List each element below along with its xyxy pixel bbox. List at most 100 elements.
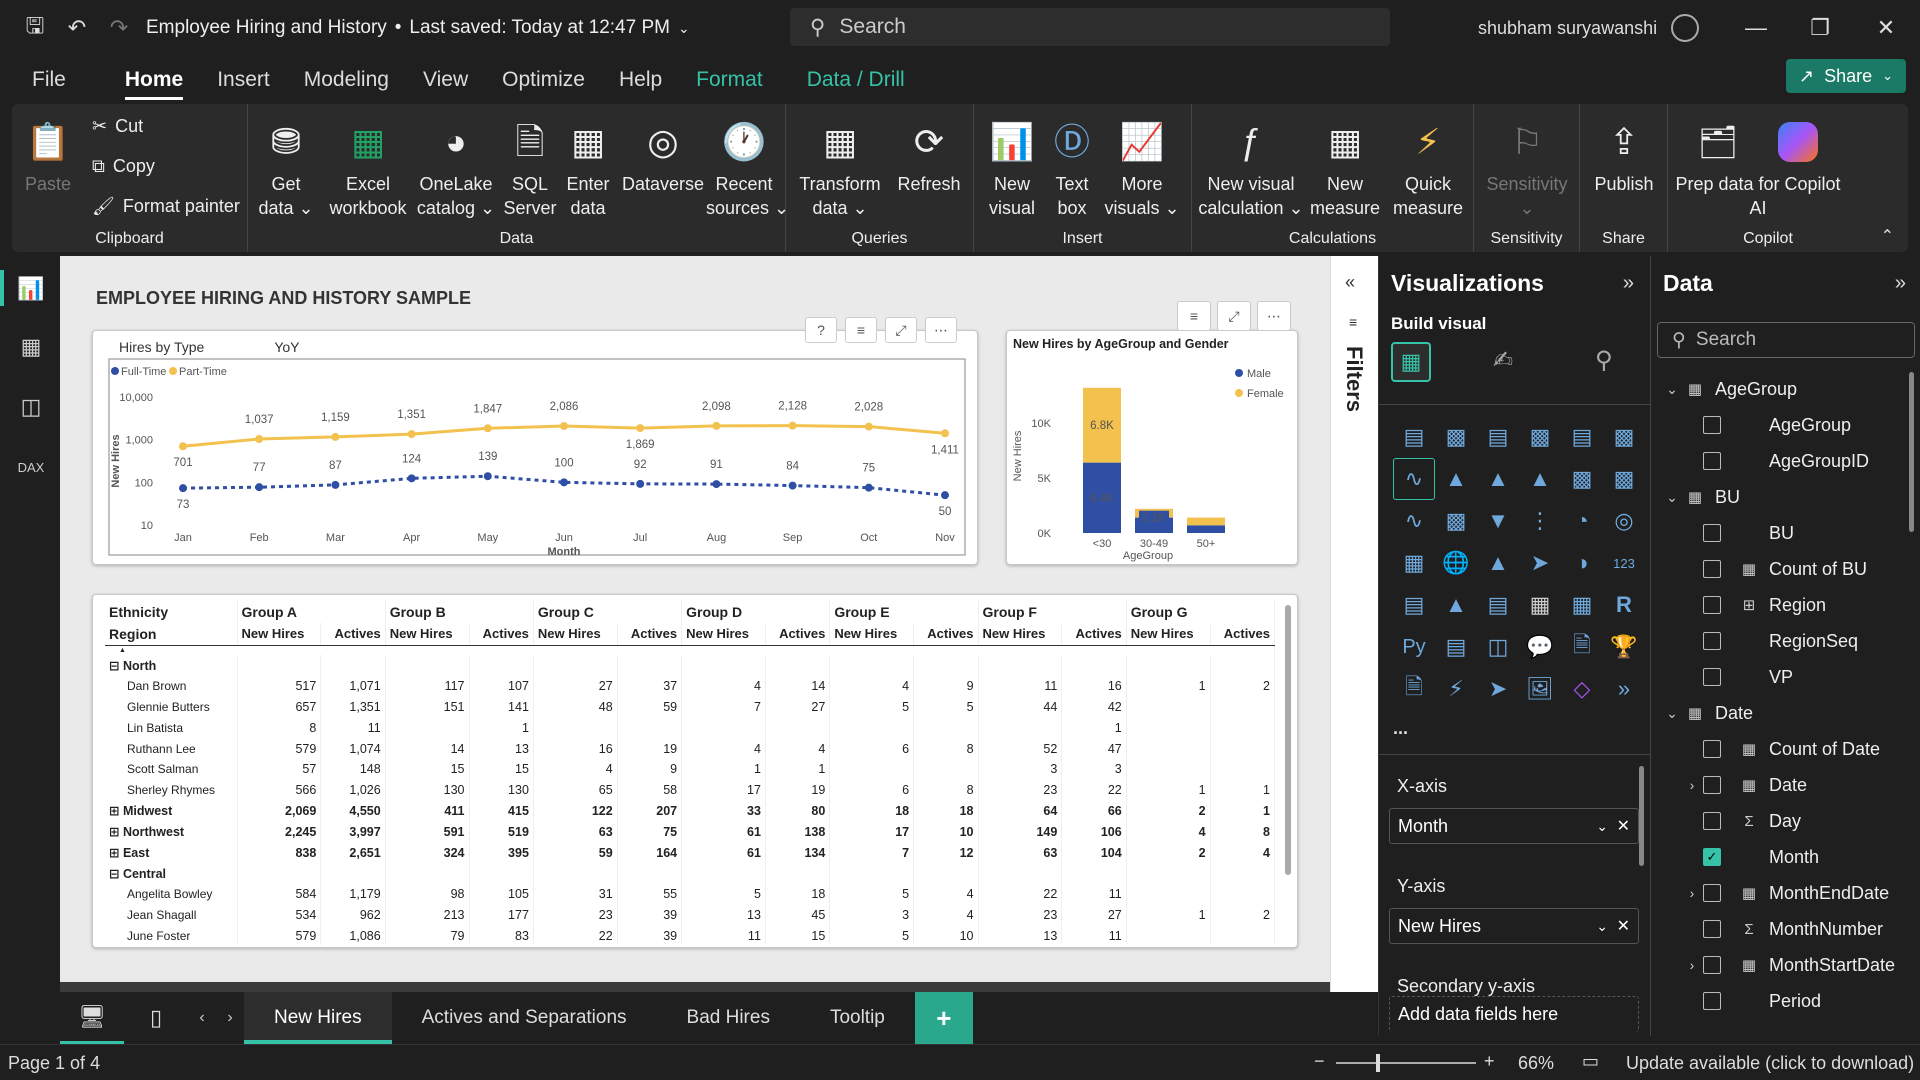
more-options-icon[interactable]: ⋯ xyxy=(1257,301,1291,331)
field-checkbox[interactable] xyxy=(1703,596,1721,614)
line-clustered-column-icon[interactable]: ▩ xyxy=(1561,458,1603,500)
field-checkbox[interactable] xyxy=(1703,452,1721,470)
matrix-visual[interactable]: Ethnicity Group A Group B Group C Group D Gro… xyxy=(92,594,1298,948)
minimize-button[interactable]: — xyxy=(1736,12,1776,44)
pie-chart-icon[interactable]: ◔ xyxy=(1561,500,1603,542)
table-node[interactable]: ⌄ ▦ BU xyxy=(1661,482,1916,512)
chevron-down-icon[interactable]: ⌄ xyxy=(1596,918,1608,935)
matrix-visual-icon[interactable]: ▦ xyxy=(1561,584,1603,626)
card-icon[interactable]: 123 xyxy=(1603,542,1645,584)
mobile-layout-icon[interactable]: ▯ xyxy=(124,1005,188,1031)
remove-field-icon[interactable]: ✕ xyxy=(1617,816,1630,836)
more-visuals-button[interactable]: 📈 More visuals ⌄ xyxy=(1102,118,1182,220)
zoom-out-icon[interactable]: − xyxy=(1314,1051,1325,1072)
tab-actives-and-separations[interactable]: Actives and Separations xyxy=(392,992,657,1044)
expand-filters-icon[interactable]: « xyxy=(1345,272,1355,293)
menu-home[interactable]: Home xyxy=(108,56,200,104)
paste-button[interactable]: 📋 Paste xyxy=(18,118,78,196)
field-item[interactable]: Σ Day xyxy=(1681,806,1920,836)
field-item[interactable]: ✓ Month xyxy=(1681,842,1920,872)
more-options-icon[interactable]: ⋯ xyxy=(925,317,957,343)
field-item[interactable]: › ▦ MonthEndDate xyxy=(1681,878,1920,908)
new-visual-button[interactable]: 📊 New visual xyxy=(982,118,1042,220)
stacked-bar-icon[interactable]: ▤ xyxy=(1393,416,1435,458)
close-button[interactable]: ✕ xyxy=(1866,12,1906,44)
field-item[interactable]: BU xyxy=(1681,518,1920,548)
narrative-icon[interactable]: 🗎 xyxy=(1561,626,1603,668)
donut-chart-icon[interactable]: ◎ xyxy=(1603,500,1645,542)
python-visual-icon[interactable]: Py xyxy=(1393,626,1435,668)
qna-icon[interactable]: 💬 xyxy=(1519,626,1561,668)
desktop-layout-icon[interactable]: 🖥 xyxy=(60,992,124,1044)
restore-button[interactable]: ❐ xyxy=(1800,12,1840,44)
menu-help[interactable]: Help xyxy=(602,56,679,104)
zoom-thumb[interactable] xyxy=(1376,1054,1380,1072)
field-checkbox[interactable] xyxy=(1703,956,1721,974)
chevron-down-icon[interactable]: ⌄ xyxy=(1661,705,1683,722)
power-apps-icon[interactable]: ⚡ xyxy=(1435,668,1477,710)
search-input[interactable]: ⚲ Search xyxy=(790,8,1390,46)
field-item[interactable]: ⊞ Region xyxy=(1681,590,1920,620)
menu-insert[interactable]: Insert xyxy=(200,56,287,104)
menu-optimize[interactable]: Optimize xyxy=(485,56,602,104)
clustered-bar-icon[interactable]: ▤ xyxy=(1477,416,1519,458)
sensitivity-button[interactable]: ⚐ Sensitivity ⌄ xyxy=(1478,118,1576,220)
data-scrollbar[interactable] xyxy=(1909,372,1914,532)
user-account[interactable]: shubham suryawanshi xyxy=(1478,0,1700,56)
document-title[interactable]: Employee Hiring and History • Last saved… xyxy=(146,17,690,39)
publish-button[interactable]: ⇪ Publish xyxy=(1586,118,1662,196)
table-node[interactable]: ⌄ ▦ AgeGroup xyxy=(1661,374,1916,404)
field-checkbox[interactable] xyxy=(1703,632,1721,650)
key-influencers-icon[interactable]: ▤ xyxy=(1435,626,1477,668)
new-measure-button[interactable]: ▦ New measure xyxy=(1310,118,1380,220)
field-item[interactable]: ▦ Count of Date xyxy=(1681,734,1920,764)
menu-format[interactable]: Format xyxy=(679,56,780,104)
build-visual-tab[interactable]: ▦ xyxy=(1391,342,1431,382)
power-automate-icon[interactable]: ➤ xyxy=(1477,668,1519,710)
onelake-catalog-button[interactable]: ◕ OneLake catalog ⌄ xyxy=(414,118,498,220)
line-chart-visual[interactable]: Hires by Type YoY ? ≡ ⤢ ⋯ Full-Time Part-… xyxy=(92,317,978,565)
chevron-down-icon[interactable]: ⌄ xyxy=(1661,381,1683,398)
x-axis-well[interactable]: Month ⌄ ✕ xyxy=(1389,808,1639,844)
table-node[interactable]: ⌄ ▦ Date xyxy=(1661,698,1916,728)
stacked-bar-chart-visual[interactable]: ≡ ⤢ ⋯ New Hires by AgeGroup and Gender 0… xyxy=(1006,301,1298,565)
field-checkbox[interactable] xyxy=(1703,560,1721,578)
focus-mode-icon[interactable]: ⤢ xyxy=(885,317,917,343)
copy-button[interactable]: ⧉ Copy xyxy=(92,156,155,177)
recent-sources-button[interactable]: 🕐 Recent sources ⌄ xyxy=(706,118,789,220)
zoom-in-icon[interactable]: + xyxy=(1484,1051,1495,1072)
field-item[interactable]: RegionSeq xyxy=(1681,626,1920,656)
transform-data-button[interactable]: ▦ Transform data ⌄ xyxy=(792,118,888,220)
matrix-scrollbar[interactable] xyxy=(1285,605,1291,875)
update-available-link[interactable]: Update available (click to download) xyxy=(1626,1053,1914,1074)
field-item[interactable]: Period xyxy=(1681,986,1920,1016)
kpi-icon[interactable]: ▲ xyxy=(1435,584,1477,626)
menu-modeling[interactable]: Modeling xyxy=(287,56,406,104)
custom-visual-icon[interactable]: 🖼 xyxy=(1519,668,1561,710)
tab-bad-hires[interactable]: Bad Hires xyxy=(657,992,800,1044)
prev-page-icon[interactable]: ‹ xyxy=(188,1009,216,1027)
filter-icon[interactable]: ≡ xyxy=(1177,301,1211,331)
viz-scrollbar[interactable] xyxy=(1639,766,1644,866)
collapse-data-icon[interactable]: » xyxy=(1895,272,1906,295)
line-stacked-column-icon[interactable]: ▩ xyxy=(1603,458,1645,500)
collapse-ribbon-icon[interactable]: ⌃ xyxy=(1881,226,1894,246)
y-axis-well[interactable]: New Hires ⌄ ✕ xyxy=(1389,908,1639,944)
filled-map-icon[interactable]: ▲ xyxy=(1477,542,1519,584)
stacked-column-icon[interactable]: ▩ xyxy=(1435,416,1477,458)
clustered-column-icon[interactable]: ▩ xyxy=(1519,416,1561,458)
scatter-icon[interactable]: ⋮ xyxy=(1519,500,1561,542)
prep-data-copilot-button[interactable]: 🗂 Prep data for Copilot AI xyxy=(1672,118,1844,220)
field-item[interactable]: AgeGroup xyxy=(1681,410,1920,440)
fit-page-icon[interactable]: ▭ xyxy=(1582,1051,1599,1072)
field-item[interactable]: Σ MonthNumber xyxy=(1681,914,1920,944)
chevron-visual-icon[interactable]: » xyxy=(1603,668,1645,710)
field-checkbox[interactable] xyxy=(1703,812,1721,830)
get-data-button[interactable]: ⛃ Get data ⌄ xyxy=(256,118,316,220)
menu-file[interactable]: File xyxy=(15,56,83,104)
chevron-down-icon[interactable]: ⌄ xyxy=(1661,489,1683,506)
azure-map-icon[interactable]: ➤ xyxy=(1519,542,1561,584)
enter-data-button[interactable]: ▦ Enter data xyxy=(558,118,618,220)
chevron-right-icon[interactable]: › xyxy=(1681,777,1703,793)
analytics-tab[interactable]: ⚲ xyxy=(1595,346,1613,375)
